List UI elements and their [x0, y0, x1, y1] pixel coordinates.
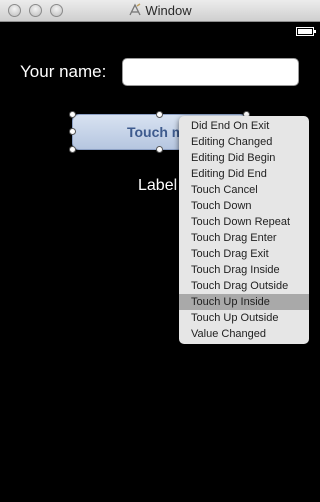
menu-item[interactable]: Touch Up Outside: [179, 310, 309, 326]
menu-item[interactable]: Editing Did End: [179, 166, 309, 182]
window-title-wrap: Window: [0, 3, 320, 18]
menu-item[interactable]: Did End On Exit: [179, 118, 309, 134]
resize-handle-top-left[interactable]: [69, 111, 76, 118]
menu-item[interactable]: Touch Drag Outside: [179, 278, 309, 294]
menu-item[interactable]: Editing Did Begin: [179, 150, 309, 166]
menu-item[interactable]: Touch Up Inside: [179, 294, 309, 310]
battery-icon: [296, 27, 316, 36]
menu-item[interactable]: Touch Drag Inside: [179, 262, 309, 278]
menu-item[interactable]: Editing Changed: [179, 134, 309, 150]
resize-handle-bottom-left[interactable]: [69, 146, 76, 153]
event-menu: Did End On Exit Editing Changed Editing Di…: [179, 116, 309, 344]
app-icon: [128, 3, 142, 17]
result-label: Label: [138, 177, 178, 194]
menu-item[interactable]: Touch Cancel: [179, 182, 309, 198]
menu-item[interactable]: Touch Down: [179, 198, 309, 214]
window-title: Window: [145, 3, 192, 18]
name-label: Your name:: [20, 62, 107, 81]
menu-item[interactable]: Touch Down Repeat: [179, 214, 309, 230]
name-input[interactable]: [122, 58, 299, 86]
menu-item[interactable]: Value Changed: [179, 326, 309, 342]
title-bar: Window: [0, 0, 320, 22]
menu-item[interactable]: Touch Drag Enter: [179, 230, 309, 246]
resize-handle-top-center[interactable]: [156, 111, 163, 118]
resize-handle-bottom-center[interactable]: [156, 146, 163, 153]
resize-handle-middle-left[interactable]: [69, 128, 76, 135]
menu-item[interactable]: Touch Drag Exit: [179, 246, 309, 262]
